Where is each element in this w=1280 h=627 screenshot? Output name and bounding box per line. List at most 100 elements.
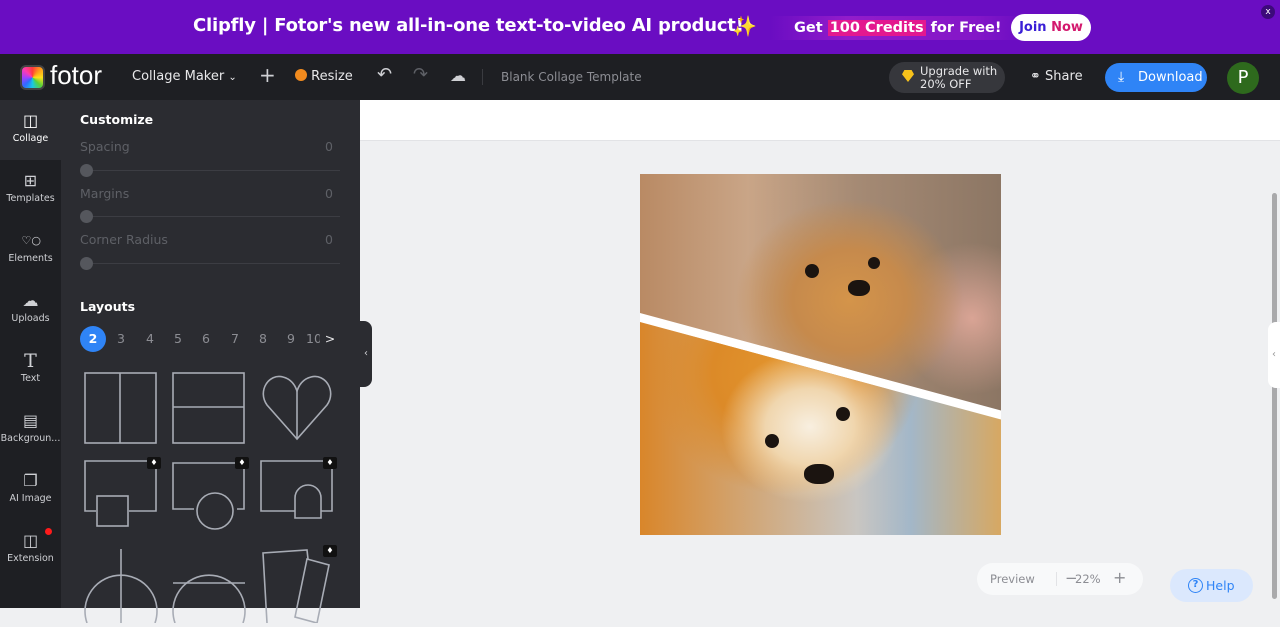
rail-label: Text [20,373,41,384]
spacing-slider-thumb[interactable] [80,164,93,177]
dog-nose [848,280,870,296]
margins-value: 0 [325,186,333,201]
download-button[interactable]: ⤓ Download [1105,63,1207,92]
rail-item-templates[interactable]: ⊞ Templates [0,160,61,220]
corner-radius-slider-thumb[interactable] [80,257,93,270]
offer-suffix: for Free! [925,20,1002,36]
page-3[interactable]: 3 [108,326,134,352]
toolbar-divider [482,69,483,85]
page-8[interactable]: 8 [250,326,276,352]
rail-label: Collage [12,133,49,144]
help-button[interactable]: ? Help [1170,569,1253,602]
undo-icon[interactable]: ↶ [377,64,392,85]
premium-diamond-icon: ♦ [235,457,249,469]
collage-canvas[interactable] [640,174,1001,535]
extension-icon: ◫ [22,531,39,550]
dog-eye [868,257,880,269]
mode-label: Collage Maker [132,69,225,84]
corner-radius-label: Corner Radius [80,232,168,247]
canvas-toolbar-area [360,100,1280,141]
layouts-title: Layouts [80,299,136,314]
page-10[interactable]: 10 [306,326,320,352]
layout-two-horizontal[interactable] [171,371,247,447]
collage-maker-dropdown[interactable]: Collage Maker ⌄ [132,69,237,84]
resize-button[interactable]: Resize [295,69,353,84]
upgrade-button[interactable]: Upgrade with 20% OFF [889,62,1005,93]
margins-label: Margins [80,186,130,201]
templates-icon: ⊞ [23,171,38,190]
upload-cloud-icon: ☁ [22,291,39,310]
cloud-save-icon[interactable]: ☁ [450,66,466,85]
margins-slider-track[interactable] [80,216,340,217]
layout-tilted-frames[interactable]: ♦ [259,545,337,624]
logo-text[interactable]: fotor [50,60,102,91]
banner-close-button[interactable]: x [1261,5,1275,19]
rail-item-ai-image[interactable]: ❐ AI Image [0,460,61,520]
join-label-accent: Now [1051,20,1083,35]
expand-right-panel-button[interactable]: ‹ [1268,322,1280,388]
rail-item-collage[interactable]: ◫ Collage [0,100,61,160]
zoom-level[interactable]: 22% [1075,572,1101,586]
page-2[interactable]: 2 [80,326,106,352]
rail-label: Extension [7,553,54,564]
canvas-scrollbar[interactable] [1272,193,1277,599]
layout-rect-with-arch[interactable]: ♦ [259,457,337,535]
elements-icon: ♡○ [21,234,41,247]
layout-rect-with-square[interactable]: ♦ [83,457,161,535]
ai-image-icon: ❐ [23,471,38,490]
rail-item-elements[interactable]: ♡○ Elements [0,220,61,280]
rail-item-extension[interactable]: ◫ Extension [0,520,61,580]
collage-icon: ◫ [22,111,39,130]
layout-circle-vertical-split[interactable] [83,547,159,624]
upgrade-line1: Upgrade with [920,64,998,78]
dog-eye [805,264,819,278]
join-now-button[interactable]: Join Now [1011,14,1091,41]
corner-radius-value: 0 [325,232,333,247]
sparkles-icon: ✨ [732,14,757,38]
spacing-slider-track[interactable] [80,170,340,171]
notification-dot [45,528,52,535]
collage-panel: Customize Spacing 0 Margins 0 Corner Rad… [61,100,360,624]
preview-button[interactable]: Preview [990,572,1035,586]
rail-label: Uploads [11,313,50,324]
join-label: Join [1019,20,1052,35]
page-9[interactable]: 9 [278,326,304,352]
diamond-icon [902,70,914,82]
avatar[interactable]: P [1227,62,1259,94]
zoom-in-button[interactable]: + [1113,568,1126,587]
page-7[interactable]: 7 [222,326,248,352]
premium-diamond-icon: ♦ [323,457,337,469]
share-button[interactable]: ⚭ Share [1030,69,1083,84]
rail-item-background[interactable]: ▤ Backgroun... [0,400,61,460]
page-4[interactable]: 4 [137,326,163,352]
page-5[interactable]: 5 [165,326,191,352]
corner-radius-slider-track[interactable] [80,263,340,264]
margins-slider-thumb[interactable] [80,210,93,223]
layout-heart-split[interactable] [259,371,335,447]
text-icon: T [24,350,37,372]
rail-item-text[interactable]: T Text [0,340,61,400]
promo-banner: Clipfly | Fotor's new all-in-one text-to… [0,0,1280,54]
layout-circle-horizontal-split[interactable] [171,547,247,624]
next-pages-button[interactable]: > [322,326,338,352]
share-label: Share [1045,69,1083,84]
help-label: Help [1206,578,1235,593]
rail-label: Elements [8,253,53,264]
layout-rect-with-circle[interactable]: ♦ [171,457,249,535]
top-toolbar: fotor Collage Maker ⌄ + Resize ↶ ↷ ☁ Bla… [0,54,1280,100]
chevron-down-icon: ⌄ [228,72,237,83]
credits-offer: Get 100 Credits for Free! [770,16,1026,40]
zoom-divider [1056,572,1057,586]
rail-item-uploads[interactable]: ☁ Uploads [0,280,61,340]
fotor-logo-icon[interactable] [20,65,45,90]
rail-label: Templates [6,193,55,204]
redo-icon[interactable]: ↷ [413,64,428,85]
layout-two-vertical[interactable] [83,371,159,447]
document-title[interactable]: Blank Collage Template [501,70,642,84]
page-6[interactable]: 6 [193,326,219,352]
download-icon: ⤓ [1118,69,1125,85]
download-label: Download [1138,70,1203,85]
add-button[interactable]: + [259,63,276,87]
upgrade-line2: 20% OFF [920,77,972,91]
collapse-panel-button[interactable]: ‹ [360,321,372,387]
